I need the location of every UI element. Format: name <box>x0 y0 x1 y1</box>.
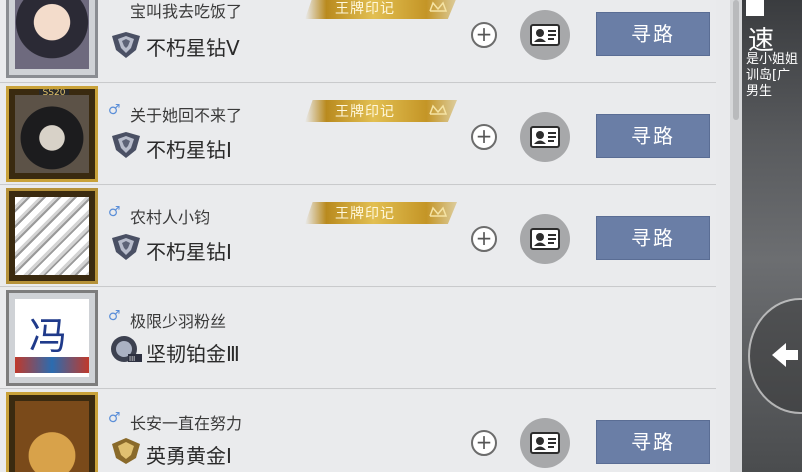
add-friend-button[interactable]: + <box>471 124 497 150</box>
route-button[interactable]: 寻路 <box>596 420 710 464</box>
add-friend-button[interactable]: + <box>471 226 497 252</box>
add-friend-button[interactable]: + <box>471 430 497 456</box>
ace-badge-label: 王牌印记 <box>335 206 395 222</box>
scrollbar-thumb[interactable] <box>733 0 739 120</box>
player-row: ♂ 长安一直在努力 英勇黄金Ⅰ + 寻路 <box>0 390 716 472</box>
ace-badge-label: 王牌印记 <box>335 104 395 120</box>
player-row: ♂ 农村人小钧 不朽星钻Ⅰ 王牌印记 + 寻路 <box>0 186 716 287</box>
avatar-image <box>15 197 89 275</box>
player-rank: 英勇黄金Ⅰ <box>146 444 232 468</box>
avatar-image <box>15 95 89 173</box>
player-row: SS20 ♂ 关于她回不来了 不朽星钻Ⅰ 王牌印记 + 寻路 <box>0 84 716 185</box>
male-icon: ♂ <box>108 102 121 118</box>
arrow-left-icon <box>772 343 798 367</box>
player-avatar[interactable]: SS20 <box>6 86 98 182</box>
player-name: 宝叫我去吃饭了 <box>130 2 243 21</box>
ace-badge: 王牌印记 <box>305 202 457 224</box>
avatar-image <box>15 401 89 472</box>
game-view: 速 是小姐姐 训岛[广 男生 <box>742 0 802 472</box>
ace-badge: 王牌印记 <box>305 100 457 122</box>
route-button[interactable]: 寻路 <box>596 216 710 260</box>
player-avatar[interactable] <box>6 392 98 472</box>
profile-card-button[interactable] <box>520 10 570 60</box>
player-name: 长安一直在努力 <box>130 414 243 433</box>
player-rank: 不朽星钻Ⅰ <box>146 138 232 162</box>
player-list: 宝叫我去吃饭了 不朽星钻Ⅴ 王牌印记 + 寻路 SS20 ♂ 关于她回不来了 不… <box>0 0 730 472</box>
route-button[interactable]: 寻路 <box>596 12 710 56</box>
route-button[interactable]: 寻路 <box>596 114 710 158</box>
player-name: 农村人小钧 <box>130 208 211 227</box>
crown-icon <box>429 206 447 217</box>
male-icon: ♂ <box>108 308 121 324</box>
chat-line: 男生 <box>746 84 773 99</box>
player-row: 宝叫我去吃饭了 不朽星钻Ⅴ 王牌印记 + 寻路 <box>0 0 716 83</box>
id-card-icon <box>530 24 560 46</box>
male-icon: ♂ <box>108 204 121 220</box>
ace-badge-label: 王牌印记 <box>335 1 395 17</box>
immortal-diamond-icon <box>112 32 140 58</box>
immortal-diamond-icon <box>112 132 140 158</box>
svg-text:III: III <box>129 355 135 363</box>
player-name: 关于她回不来了 <box>130 106 243 125</box>
profile-card-button[interactable] <box>520 214 570 264</box>
avatar-glyph: 冯 <box>29 314 68 358</box>
brave-gold-icon <box>112 438 140 464</box>
list-scrollbar[interactable] <box>730 0 742 472</box>
crown-icon <box>429 1 447 12</box>
player-row: 冯 ♂ 极限少羽粉丝 III 坚韧铂金Ⅲ <box>0 288 716 389</box>
avatar-image <box>15 0 89 69</box>
profile-card-button[interactable] <box>520 112 570 162</box>
male-icon: ♂ <box>108 410 121 426</box>
player-avatar[interactable] <box>6 0 98 78</box>
player-rank: 坚韧铂金Ⅲ <box>146 342 240 366</box>
tough-platinum-icon: III <box>111 336 142 363</box>
player-rank: 不朽星钻Ⅰ <box>146 240 232 264</box>
menu-icon[interactable] <box>746 0 764 16</box>
id-card-icon <box>530 228 560 250</box>
add-friend-button[interactable]: + <box>471 22 497 48</box>
player-rank: 不朽星钻Ⅴ <box>146 36 240 60</box>
player-name: 极限少羽粉丝 <box>130 312 227 331</box>
id-card-icon <box>530 432 560 454</box>
ace-badge: 王牌印记 <box>305 0 457 19</box>
avatar-image: 冯 <box>15 299 89 377</box>
id-card-icon <box>530 126 560 148</box>
player-avatar[interactable] <box>6 188 98 284</box>
back-button[interactable] <box>748 298 802 414</box>
player-avatar[interactable]: 冯 <box>6 290 98 386</box>
crown-icon <box>429 104 447 115</box>
profile-card-button[interactable] <box>520 418 570 468</box>
immortal-diamond-icon <box>112 234 140 260</box>
